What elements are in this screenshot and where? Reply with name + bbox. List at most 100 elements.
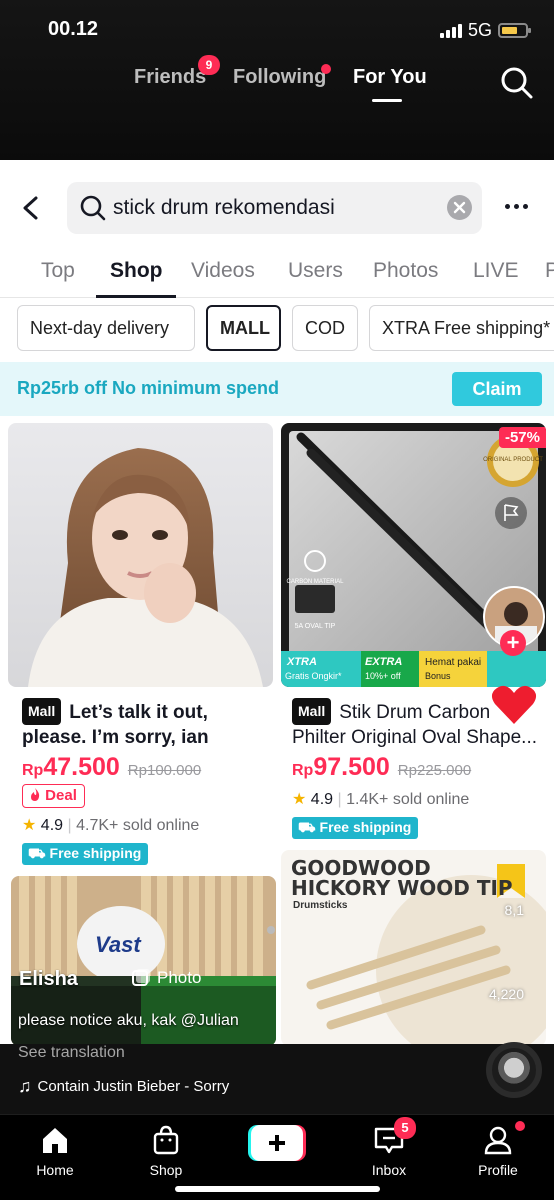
truck-icon: ⛟ bbox=[298, 819, 316, 835]
profile-dot bbox=[515, 1121, 525, 1131]
music-info[interactable]: ♫ Contain Justin Bieber - Sorry bbox=[18, 1076, 229, 1097]
free-shipping-badge: ⛟ Free shipping bbox=[292, 817, 419, 839]
filter-cod[interactable]: COD bbox=[292, 305, 358, 351]
deal-badge: Deal bbox=[22, 784, 85, 808]
heart-icon[interactable] bbox=[491, 684, 537, 726]
filter-next-day[interactable]: Next-day delivery bbox=[17, 305, 195, 351]
tiktok-header: 00.12 5G Friends 9 Following For You bbox=[0, 0, 554, 160]
status-indicators: 5G bbox=[439, 20, 531, 41]
battery-icon bbox=[498, 23, 531, 38]
search-icon bbox=[80, 195, 106, 221]
price: 97.500 bbox=[313, 753, 390, 781]
tab-users[interactable]: Users bbox=[288, 259, 343, 283]
filter-xtra-free-shipping[interactable]: XTRA Free shipping* bbox=[369, 305, 554, 351]
for-you-underline bbox=[372, 99, 402, 102]
video-caption: please notice aku, kak @Julian bbox=[18, 1012, 239, 1029]
clear-icon[interactable] bbox=[447, 195, 472, 220]
create-post-button[interactable] bbox=[248, 1125, 306, 1161]
svg-text:Gratis Ongkir*: Gratis Ongkir* bbox=[285, 671, 342, 681]
signal-icon bbox=[439, 23, 462, 38]
home-indicator bbox=[175, 1186, 380, 1192]
svg-text:CARBON MATERIAL: CARBON MATERIAL bbox=[287, 579, 345, 585]
rating: 4.9 bbox=[40, 817, 64, 834]
original-price: Rp225.000 bbox=[397, 762, 472, 779]
search-row: stick drum rekomendasi bbox=[0, 182, 554, 234]
price-row: Rp97.500 Rp225.000 bbox=[292, 753, 472, 781]
mall-tag: Mall bbox=[292, 698, 332, 725]
carousel-dot bbox=[267, 926, 275, 934]
post-type: Photo bbox=[131, 968, 201, 988]
price: 47.500 bbox=[43, 753, 120, 781]
tab-shop[interactable]: Shop bbox=[110, 259, 163, 283]
product-title: Mall Let’s talk it out, please. I’m sorry… bbox=[22, 698, 272, 748]
nav-profile[interactable]: Profile bbox=[458, 1125, 538, 1178]
photo-icon bbox=[132, 969, 150, 986]
music-disc-icon[interactable] bbox=[486, 1042, 542, 1098]
home-icon bbox=[43, 1128, 67, 1153]
product-media-card[interactable]: GOODWOOD HICKORY WOOD TIP Drumsticks 8,1… bbox=[281, 850, 546, 1044]
rating-row: ★ 4.9 | 4.7K+ sold online bbox=[22, 817, 200, 834]
tab-photos[interactable]: Photos bbox=[373, 259, 438, 283]
nav-home[interactable]: Home bbox=[15, 1125, 95, 1178]
video-info-bar: See translation ♫ Contain Justin Bieber … bbox=[0, 1042, 554, 1114]
price-row: Rp47.500 Rp100.000 bbox=[22, 753, 202, 781]
svg-text:ORIGINAL PRODUCT: ORIGINAL PRODUCT bbox=[483, 457, 543, 463]
free-shipping-badge: ⛟ Free shipping bbox=[22, 843, 149, 865]
network-type: 5G bbox=[467, 20, 492, 40]
search-input[interactable]: stick drum rekomendasi bbox=[67, 182, 482, 234]
friends-badge: 9 bbox=[198, 55, 220, 75]
rating: 4.9 bbox=[310, 791, 334, 808]
claim-button[interactable]: Claim bbox=[452, 372, 542, 406]
tab-top[interactable]: Top bbox=[41, 259, 75, 283]
svg-text:XTRA: XTRA bbox=[286, 656, 317, 668]
nav-shop[interactable]: Shop bbox=[126, 1125, 206, 1178]
tab-live[interactable]: LIVE bbox=[473, 259, 519, 283]
music-note-icon: ♫ bbox=[18, 1076, 32, 1096]
discount-badge: -57% bbox=[498, 427, 546, 448]
inbox-badge: 5 bbox=[394, 1117, 416, 1139]
promo-banner: Rp25rb off No minimum spend Claim bbox=[0, 362, 554, 416]
post-author: Elisha bbox=[19, 968, 78, 990]
feed-tabs: Friends 9 Following For You bbox=[0, 55, 554, 104]
product-image bbox=[8, 423, 273, 687]
filter-mall[interactable]: MALL bbox=[206, 305, 281, 351]
nav-inbox[interactable]: Inbox bbox=[349, 1125, 429, 1178]
back-arrow-icon[interactable] bbox=[16, 192, 46, 224]
sold-count: 1.4K+ sold online bbox=[346, 791, 470, 808]
product-subheadline: Drumsticks bbox=[293, 900, 348, 911]
sold-count: 4.7K+ sold online bbox=[76, 817, 200, 834]
see-translation-link[interactable]: See translation bbox=[18, 1044, 125, 1062]
svg-text:EXTRA: EXTRA bbox=[365, 656, 402, 668]
share-count: 4,220 bbox=[488, 986, 524, 1002]
profile-icon bbox=[484, 1126, 512, 1155]
truck-icon: ⛟ bbox=[28, 845, 46, 861]
follow-plus-icon[interactable]: + bbox=[500, 630, 526, 656]
rating-row: ★ 4.9 | 1.4K+ sold online bbox=[292, 791, 470, 808]
promo-text: Rp25rb off No minimum spend bbox=[17, 378, 280, 398]
status-time: 00.12 bbox=[48, 18, 99, 40]
product-card[interactable]: Mall Let’s talk it out, please. I’m sorry… bbox=[8, 423, 273, 865]
more-options-icon[interactable] bbox=[505, 204, 528, 209]
tab-following[interactable]: Following bbox=[233, 66, 326, 89]
tab-friends[interactable]: Friends bbox=[134, 66, 206, 89]
shopping-bag-icon bbox=[153, 1125, 179, 1155]
filter-chips: Next-day delivery MALL COD XTRA Free shi… bbox=[0, 305, 554, 351]
active-tab-underline bbox=[96, 295, 176, 298]
search-results-panel: stick drum rekomendasi Top Shop Videos U… bbox=[0, 160, 554, 1044]
result-tabs: Top Shop Videos Users Photos LIVE P bbox=[0, 248, 554, 298]
svg-text:Hemat pakai: Hemat pakai bbox=[425, 657, 481, 668]
following-dot bbox=[321, 64, 331, 74]
star-icon: ★ bbox=[292, 791, 307, 808]
svg-text:Bonus: Bonus bbox=[425, 671, 451, 681]
search-icon[interactable] bbox=[500, 66, 534, 100]
like-count: 8,1 bbox=[504, 902, 524, 918]
tab-videos[interactable]: Videos bbox=[191, 259, 255, 283]
star-icon: ★ bbox=[22, 817, 37, 834]
original-price: Rp100.000 bbox=[127, 762, 202, 779]
svg-text:Vast: Vast bbox=[95, 932, 142, 957]
tab-for-you[interactable]: For You bbox=[353, 66, 427, 89]
mall-tag: Mall bbox=[22, 698, 62, 725]
tab-more[interactable]: P bbox=[545, 259, 554, 283]
search-query: stick drum rekomendasi bbox=[113, 196, 335, 219]
svg-text:10%+ off: 10%+ off bbox=[365, 671, 401, 681]
